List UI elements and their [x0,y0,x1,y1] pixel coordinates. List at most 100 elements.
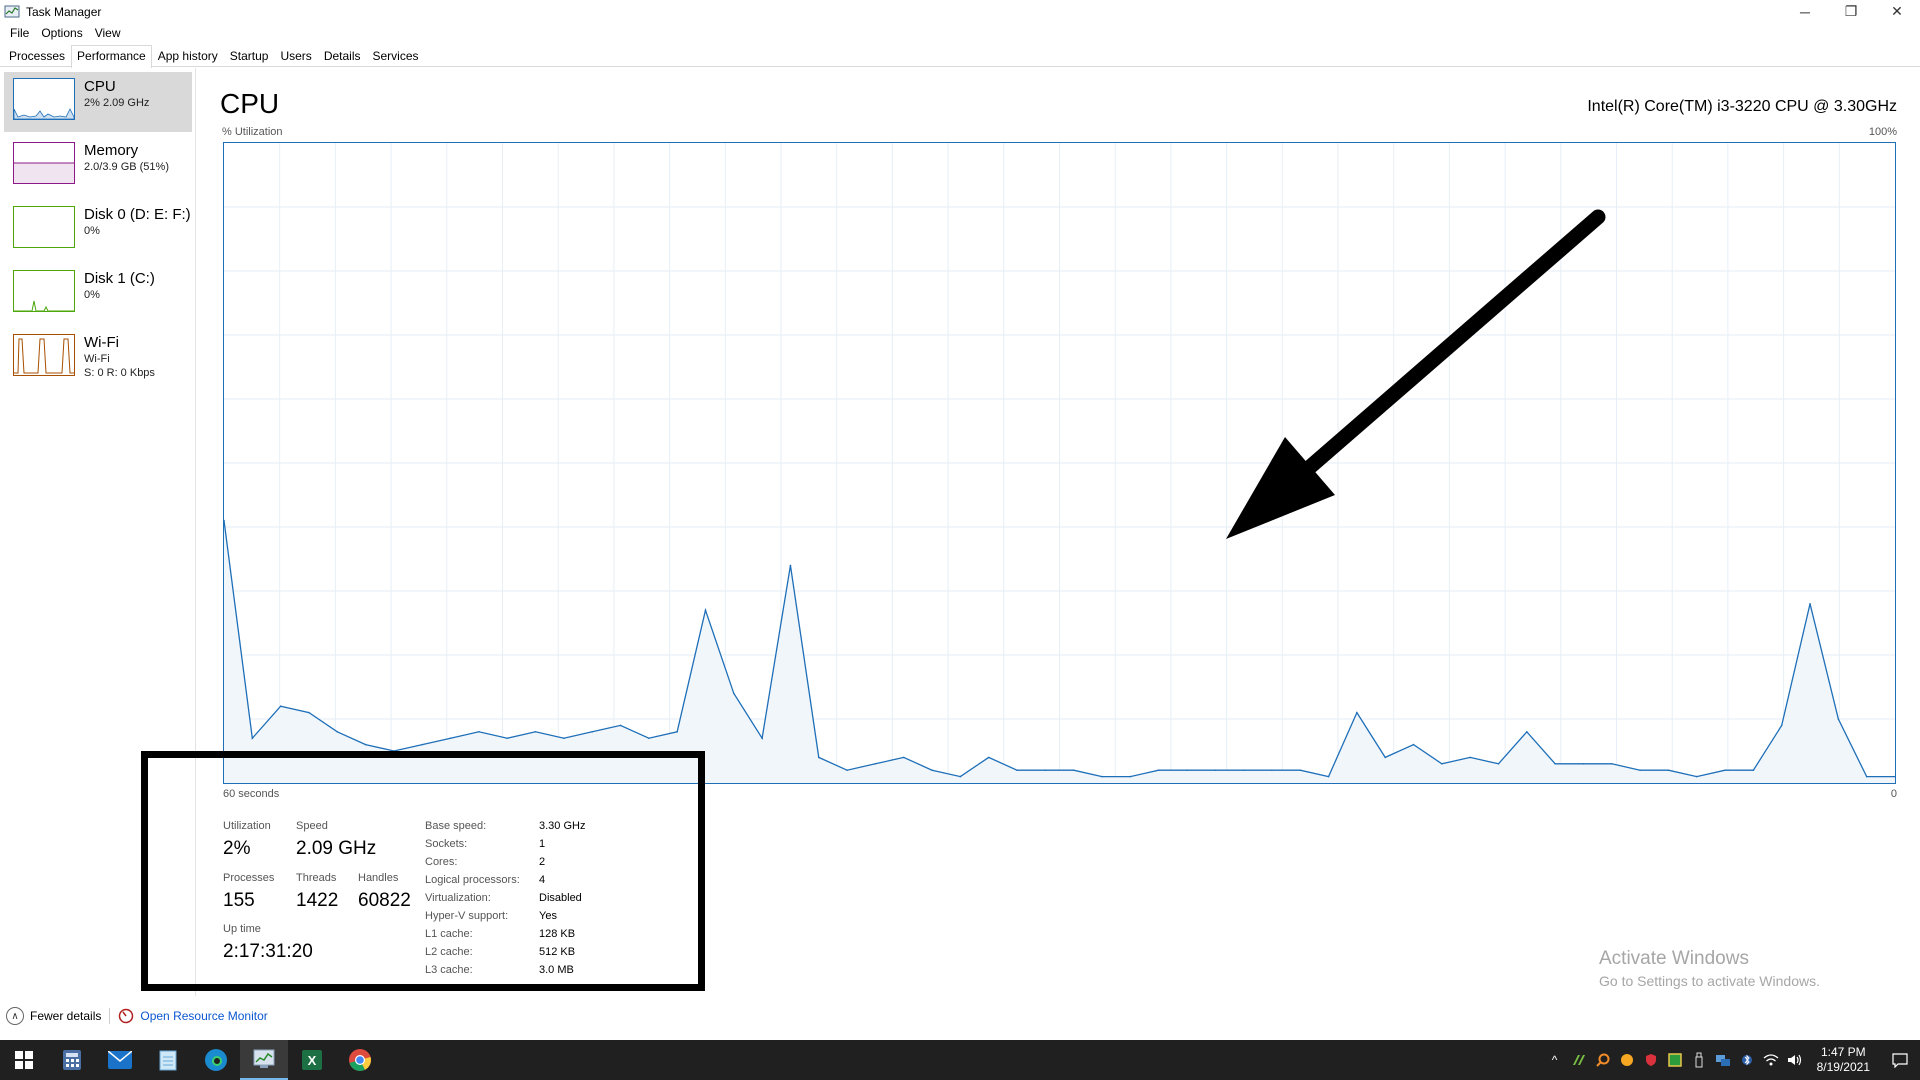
footer-links: ∧ Fewer details Open Resource Monitor [6,1004,268,1028]
usb-icon[interactable] [1687,1040,1711,1080]
tab-performance[interactable]: Performance [71,45,152,68]
security-icon[interactable] [1639,1040,1663,1080]
window-controls: ─ ❐ ✕ [1782,0,1920,23]
tab-startup[interactable]: Startup [224,45,275,67]
clock[interactable]: 1:47 PM 8/19/2021 [1807,1045,1880,1075]
cpu-data-point [1016,769,1018,771]
bluetooth-icon[interactable] [1735,1040,1759,1080]
cpu-data-point [1327,775,1330,778]
sidebar-item-memory[interactable]: Memory 2.0/3.9 GB (51%) [4,136,192,196]
nvidia-icon[interactable] [1567,1040,1591,1080]
open-resource-monitor-link[interactable]: Open Resource Monitor [140,1009,267,1023]
cpu-data-point [1271,769,1273,771]
menu-bar: File Options View [0,23,127,43]
sidebar-item-sub: Wi-Fi [84,353,110,365]
sidebar-item-disk-1[interactable]: Disk 1 (C:) 0% [4,264,192,324]
tab-app-history[interactable]: App history [152,45,224,67]
title-bar: Task Manager ─ ❐ ✕ [0,0,1920,23]
task-manager-icon [4,5,20,17]
minimize-button[interactable]: ─ [1782,0,1828,23]
cpu-data-point [1610,763,1613,765]
cpu-data-point [1724,769,1726,771]
menu-view[interactable]: View [89,26,127,40]
cpu-data-point [1101,775,1103,778]
sidebar-item-cpu[interactable]: CPU 2% 2.09 GHz [4,72,192,132]
menu-options[interactable]: Options [35,26,88,40]
menu-file[interactable]: File [4,26,35,40]
mail-icon[interactable] [96,1040,144,1080]
calculator-icon[interactable] [48,1040,96,1080]
cpu-data-point [1072,769,1075,771]
sidebar-item-label: Memory [84,142,139,159]
disk-thumbnail-icon [13,206,75,248]
cpu-data-point [478,731,480,733]
tab-strip: Processes Performance App history Startu… [0,45,1920,68]
tab-processes[interactable]: Processes [3,45,71,67]
tab-details[interactable]: Details [318,45,367,67]
cpu-data-point [1667,769,1670,771]
cpu-data-point [817,756,820,759]
sidebar-item-wifi[interactable]: Wi-Fi Wi-Fi S: 0 R: 0 Kbps [4,328,192,388]
sidebar-item-sub2: S: 0 R: 0 Kbps [84,367,155,379]
system-tray: ^ 1:47 PM 8/19/2021 [1543,1040,1920,1080]
sidebar-item-sub: 0% [84,289,100,301]
cpu-data-point [251,737,254,739]
cpu-data-point [1129,775,1132,778]
chrome-icon[interactable] [336,1040,384,1080]
cpu-data-point [1582,763,1585,765]
cpu-data-point [902,756,905,759]
cpu-data-point [449,737,452,739]
windows-start-icon[interactable] [0,1040,48,1080]
clock-date: 8/19/2021 [1816,1060,1870,1074]
page-title: CPU [220,88,280,119]
cpu-data-point [591,731,593,733]
cpu-data-point [1865,775,1868,778]
cpu-data-point [1695,775,1698,778]
sidebar-item-sub: 2.0/3.9 GB (51%) [84,161,169,173]
network-wifi-icon[interactable] [1759,1040,1783,1080]
cpu-data-point [1441,763,1443,765]
cpu-data-point [421,743,424,746]
cpu-data-point [563,737,565,739]
cpu-data-point [1554,763,1556,765]
tab-services[interactable]: Services [367,45,425,67]
cpu-data-point [534,731,537,733]
notification-icon[interactable] [1880,1040,1920,1080]
cpu-data-point [279,705,282,707]
cpu-data-point [676,731,678,733]
utilization-axis-label: % Utilization [222,126,283,138]
chevron-up-icon[interactable]: ∧ [6,1007,24,1025]
cpu-data-point [1412,743,1415,746]
cpu-data-point [1809,603,1811,605]
app-tray-icon[interactable] [1663,1040,1687,1080]
cpu-data-point [1186,769,1188,771]
edge-icon[interactable] [192,1040,240,1080]
clock-time: 1:47 PM [1820,1045,1866,1059]
window-title: Task Manager [26,4,102,19]
annotation-arrow-icon [1226,209,1606,539]
tab-users[interactable]: Users [274,45,317,67]
restore-button[interactable]: ❐ [1828,0,1874,23]
fewer-details-link[interactable]: Fewer details [30,1009,101,1023]
volume-icon[interactable] [1783,1040,1807,1080]
excel-icon[interactable]: X [288,1040,336,1080]
cpu-data-point [1384,756,1387,759]
cpu-data-point [1214,769,1217,771]
cpu-data-point [704,609,707,611]
cpu-data-point [1526,731,1528,733]
remote-icon[interactable] [1711,1040,1735,1080]
sidebar-item-label: CPU [84,78,116,95]
search-icon[interactable] [1591,1040,1615,1080]
cpu-data-point [931,769,933,771]
cpu-data-point [1469,756,1471,759]
notepad-icon[interactable] [144,1040,192,1080]
sidebar-item-label: Wi-Fi [84,334,119,351]
cpu-data-point [1044,769,1047,771]
task-manager-taskbar-icon[interactable] [240,1040,288,1080]
cpu-chart-svg [223,143,1896,783]
update-icon[interactable] [1615,1040,1639,1080]
cpu-data-point [364,743,367,746]
close-button[interactable]: ✕ [1874,0,1920,23]
sidebar-item-disk-0[interactable]: Disk 0 (D: E: F:) 0% [4,200,192,260]
show-hidden-icons-icon[interactable]: ^ [1543,1040,1567,1080]
